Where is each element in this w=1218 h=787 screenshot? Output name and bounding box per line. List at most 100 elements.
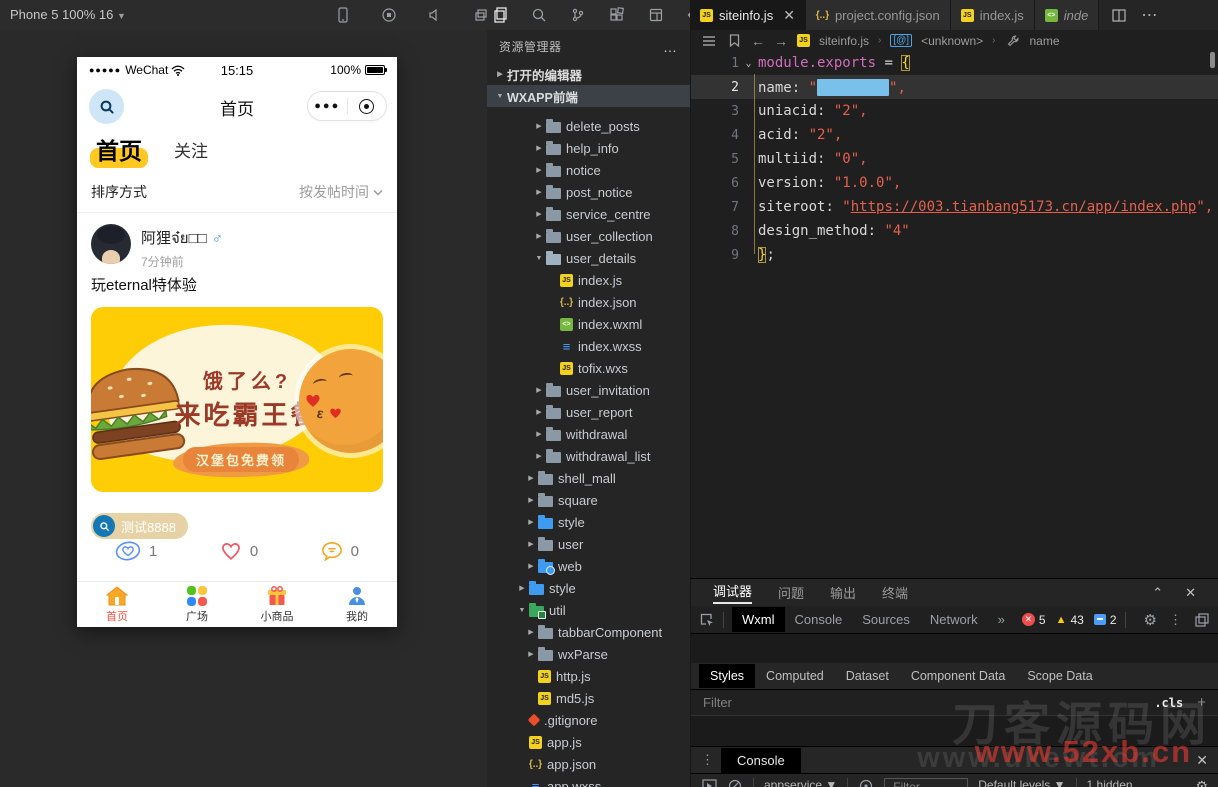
tree-item-app.json[interactable]: app.json (487, 753, 690, 775)
tree-item-help_info[interactable]: ▶help_info (487, 137, 690, 159)
comment-action[interactable]: 0 (321, 541, 359, 561)
code-area[interactable]: 1⌄module.exports = {2name: "",3uniacid: … (691, 51, 1218, 267)
tree-item-post_notice[interactable]: ▶post_notice (487, 181, 690, 203)
editor-tab-siteinfo.js[interactable]: siteinfo.js✕ (690, 0, 806, 30)
console-drawer-tab[interactable]: Console (721, 748, 801, 773)
tab-home[interactable]: 首页 (92, 132, 146, 168)
devtools-tab-Network[interactable]: Network (920, 607, 988, 632)
filter-input[interactable]: Filter (703, 695, 732, 710)
avatar[interactable] (91, 224, 131, 264)
collapse-panel-icon[interactable]: ⌃ (1152, 585, 1163, 601)
styles-tab-Computed[interactable]: Computed (755, 664, 835, 688)
editor-tab-project.config.json[interactable]: project.config.json (806, 0, 951, 30)
tree-item-square[interactable]: ▶square (487, 489, 690, 511)
devtools-tab-Console[interactable]: Console (785, 607, 853, 632)
tree-item-.gitignore[interactable]: .gitignore (487, 709, 690, 731)
sort-dropdown[interactable]: 按发帖时间 (299, 182, 383, 202)
tree-item-util[interactable]: ▼util (487, 599, 690, 621)
tree-item-index.wxss[interactable]: index.wxss (487, 335, 690, 357)
editor-tab-inde[interactable]: inde (1035, 0, 1100, 30)
breadcrumb-file[interactable]: siteinfo.js (819, 34, 869, 48)
search-icon[interactable] (531, 7, 547, 23)
tree-item-style[interactable]: ▶style (487, 511, 690, 533)
record-icon[interactable] (381, 7, 397, 23)
debugger-tab-调试器[interactable]: 调试器 (713, 581, 752, 604)
tree-item-notice[interactable]: ▶notice (487, 159, 690, 181)
more-tabs-icon[interactable]: » (988, 612, 1015, 627)
tree-item-delete_posts[interactable]: ▶delete_posts (487, 115, 690, 137)
close-tab-icon[interactable]: ✕ (783, 7, 795, 24)
message-badge[interactable]: 2 (1094, 613, 1117, 627)
tree-item-shell_mall[interactable]: ▶shell_mall (487, 467, 690, 489)
eye-icon[interactable] (858, 778, 874, 787)
settings-gear-icon[interactable]: ⚙ (1144, 611, 1157, 629)
tree-item-tofix.wxs[interactable]: tofix.wxs (487, 357, 690, 379)
split-editor-icon[interactable] (1111, 7, 1127, 23)
styles-tab-Styles[interactable]: Styles (699, 664, 755, 688)
code-line-7[interactable]: 7siteroot: "https://003.tianbang5173.cn/… (691, 195, 1218, 219)
warning-badge[interactable]: ▲43 (1056, 613, 1084, 627)
breadcrumb-symbol[interactable]: name (1030, 34, 1060, 48)
styles-tab-Scope Data[interactable]: Scope Data (1016, 664, 1103, 688)
editor-tab-index.js[interactable]: index.js (951, 0, 1035, 30)
tree-item-app.wxss[interactable]: app.wxss (487, 775, 690, 787)
source-control-icon[interactable] (570, 7, 586, 23)
tree-item-http.js[interactable]: http.js (487, 665, 690, 687)
console-filter-input[interactable]: Filter (884, 778, 968, 787)
tree-item-app.js[interactable]: app.js (487, 731, 690, 753)
tabbar-me[interactable]: 我的 (317, 582, 397, 627)
tree-item-user[interactable]: ▶user (487, 533, 690, 555)
error-badge[interactable]: ✕5 (1022, 613, 1046, 627)
styles-tab-Component Data[interactable]: Component Data (900, 664, 1017, 688)
code-line-9[interactable]: 9}; (691, 243, 1218, 267)
explorer-more-icon[interactable]: … (663, 39, 678, 55)
forward-icon[interactable]: → (774, 33, 788, 49)
code-line-4[interactable]: 4acid: "2", (691, 123, 1218, 147)
tabbar-square[interactable]: 广场 (157, 582, 237, 627)
tree-item-web[interactable]: ▶web (487, 555, 690, 577)
extensions-icon[interactable] (609, 7, 625, 23)
author-name[interactable]: 阿狸จ๋ย□□ (141, 226, 207, 250)
log-levels-dropdown[interactable]: Default levels ▼ (978, 778, 1065, 787)
package-icon[interactable] (648, 7, 664, 23)
tree-item-withdrawal_list[interactable]: ▶withdrawal_list (487, 445, 690, 467)
kebab-menu-icon[interactable]: ⋮ (1169, 612, 1182, 628)
bookmark-icon[interactable] (726, 33, 742, 49)
code-line-5[interactable]: 5multiid: "0", (691, 147, 1218, 171)
post-content[interactable]: 玩eternal特体验 (91, 274, 197, 295)
tree-item-index.js[interactable]: index.js (487, 269, 690, 291)
tree-item-style[interactable]: ▶style (487, 577, 690, 599)
devtools-tab-Sources[interactable]: Sources (852, 607, 920, 632)
tree-item-wxParse[interactable]: ▶wxParse (487, 643, 690, 665)
eval-context-icon[interactable] (701, 778, 717, 787)
tabbar-home[interactable]: 首页 (77, 582, 157, 627)
clear-console-icon[interactable] (727, 778, 743, 787)
wxml-tree-area[interactable] (691, 634, 1218, 663)
styles-tab-Dataset[interactable]: Dataset (835, 664, 900, 688)
tabbar-goods[interactable]: 小商品 (237, 582, 317, 627)
like-action[interactable]: 1 (115, 541, 157, 561)
device-selector[interactable]: Phone 5 100% 16 ▼ (10, 7, 126, 22)
tree-item-user_details[interactable]: ▼user_details (487, 247, 690, 269)
topic-tag[interactable]: 测试8888 (91, 513, 188, 539)
tree-item-service_centre[interactable]: ▶service_centre (487, 203, 690, 225)
code-line-3[interactable]: 3uniacid: "2", (691, 99, 1218, 123)
tree-item-user_invitation[interactable]: ▶user_invitation (487, 379, 690, 401)
cls-toggle[interactable]: .cls (1154, 696, 1183, 710)
code-line-6[interactable]: 6version: "1.0.0", (691, 171, 1218, 195)
console-settings-icon[interactable]: ⚙ (1195, 778, 1208, 787)
windows-icon[interactable] (473, 7, 489, 23)
code-line-2[interactable]: 2name: "", (691, 75, 1218, 99)
back-icon[interactable]: ← (751, 33, 765, 49)
open-editors-section[interactable]: ▶ 打开的编辑器 (487, 63, 690, 85)
code-line-1[interactable]: 1⌄module.exports = { (691, 51, 1218, 75)
tab-follow[interactable]: 关注 (174, 137, 208, 168)
drawer-menu-icon[interactable]: ⋮ (701, 752, 713, 768)
add-rule-icon[interactable]: + (1197, 694, 1206, 711)
editor-more-icon[interactable]: ⋯ (1141, 5, 1157, 25)
mute-icon[interactable] (427, 7, 443, 23)
exit-button[interactable] (348, 99, 387, 114)
heart-action[interactable]: 0 (220, 541, 258, 561)
close-drawer-icon[interactable]: ✕ (1196, 752, 1208, 769)
debugger-tab-终端[interactable]: 终端 (882, 583, 908, 602)
